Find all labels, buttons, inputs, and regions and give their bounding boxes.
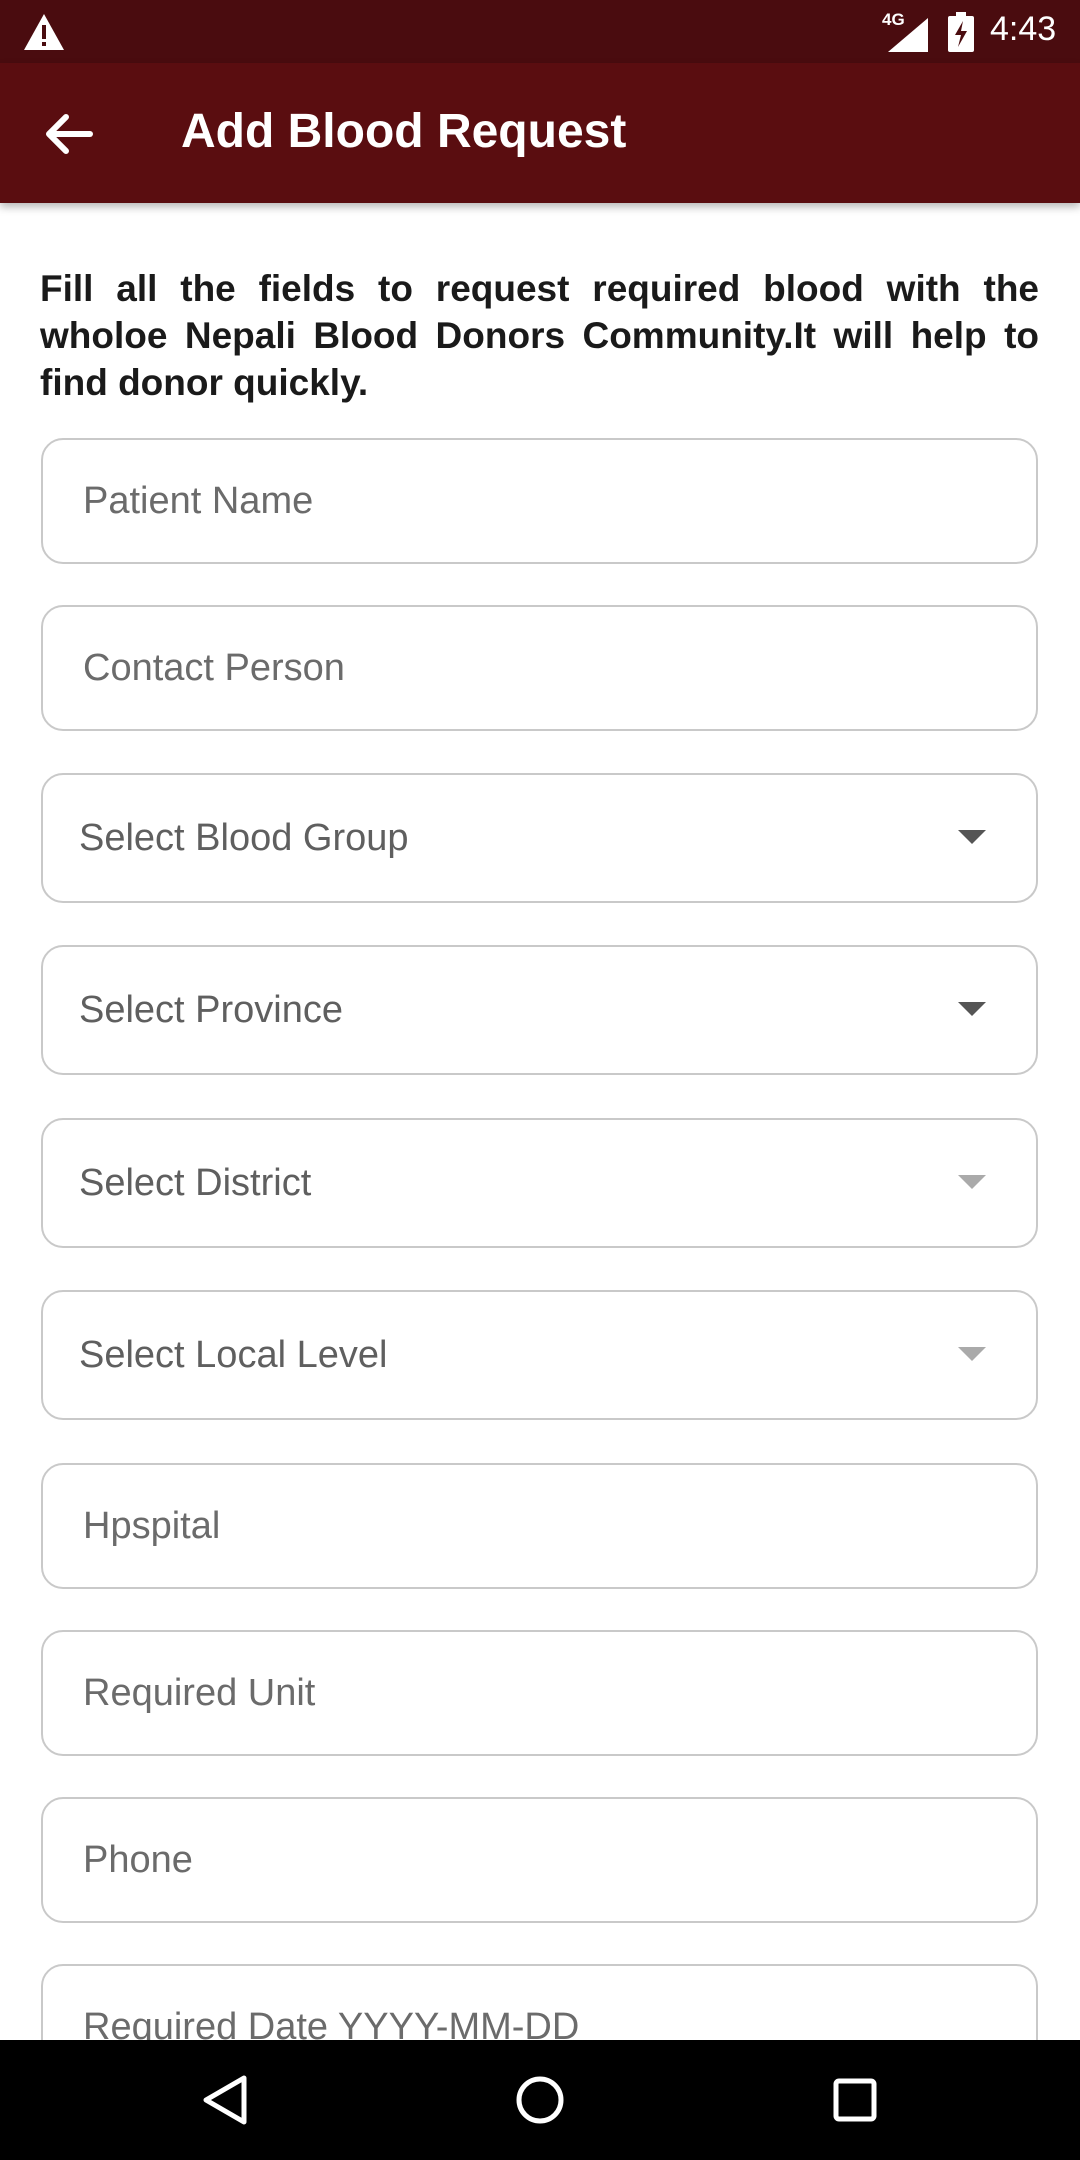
patient-name-placeholder: Patient Name: [83, 479, 314, 522]
dropdown-arrow-icon: [958, 830, 986, 844]
hospital-field[interactable]: Hpspital: [41, 1463, 1038, 1589]
hospital-placeholder: Hpspital: [83, 1504, 221, 1547]
page-title: Add Blood Request: [181, 105, 627, 158]
contact-person-field[interactable]: Contact Person: [41, 605, 1038, 731]
nav-back-icon[interactable]: [196, 2070, 256, 2130]
district-label: Select District: [79, 1161, 312, 1204]
contact-person-placeholder: Contact Person: [83, 646, 345, 689]
phone-placeholder: Phone: [83, 1838, 193, 1881]
warning-icon: [24, 14, 64, 50]
required-unit-placeholder: Required Unit: [83, 1671, 316, 1714]
signal-icon: 4G: [880, 10, 930, 52]
local-level-select[interactable]: Select Local Level: [41, 1290, 1038, 1420]
patient-name-field[interactable]: Patient Name: [41, 438, 1038, 564]
district-select[interactable]: Select District: [41, 1118, 1038, 1248]
province-label: Select Province: [79, 988, 344, 1031]
local-level-label: Select Local Level: [79, 1333, 388, 1376]
app-bar: Add Blood Request: [0, 63, 1080, 203]
blood-group-select[interactable]: Select Blood Group: [41, 773, 1038, 903]
clock: 4:43: [990, 10, 1057, 48]
blood-group-label: Select Blood Group: [79, 816, 409, 859]
dropdown-arrow-icon: [958, 1347, 986, 1361]
required-unit-field[interactable]: Required Unit: [41, 1630, 1038, 1756]
dropdown-arrow-icon: [958, 1175, 986, 1189]
nav-recents-icon[interactable]: [825, 2070, 885, 2130]
system-nav-bar: [0, 2040, 1080, 2160]
nav-home-icon[interactable]: [510, 2070, 570, 2130]
intro-text: Fill all the fields to request required …: [40, 268, 1039, 403]
battery-charging-icon: [948, 12, 974, 52]
status-bar: 4G 4:43: [0, 0, 1080, 63]
back-arrow-icon[interactable]: [36, 106, 104, 162]
dropdown-arrow-icon: [958, 1002, 986, 1016]
phone-field[interactable]: Phone: [41, 1797, 1038, 1923]
province-select[interactable]: Select Province: [41, 945, 1038, 1075]
